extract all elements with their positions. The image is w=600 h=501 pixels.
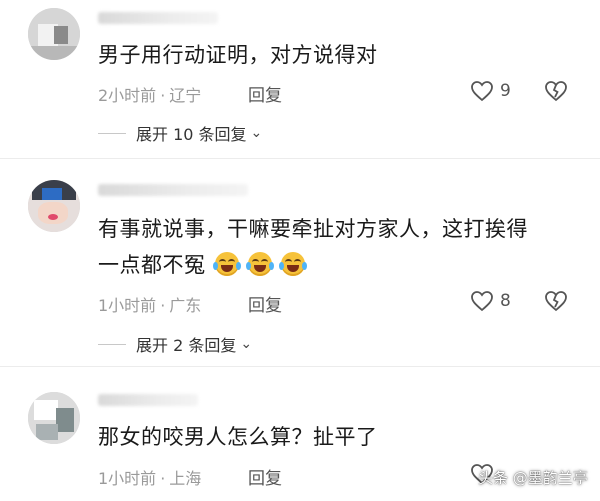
comment-time: 2小时前 [98, 86, 157, 105]
meta-separator: · [160, 296, 166, 315]
heart-icon [471, 291, 493, 312]
reply-button[interactable]: 回复 [248, 464, 282, 489]
comment-text: 有事就说事，干嘛要牵扯对方家人，这打挨得 一点都不冤 [98, 214, 568, 280]
comment-text-line: 一点都不冤 [98, 250, 568, 280]
expand-line [98, 132, 126, 134]
heart-icon [471, 81, 493, 102]
laughing-crying-emoji-icon [279, 252, 308, 276]
comment-meta: 1小时前 · 广东 [98, 292, 201, 316]
broken-heart-icon [545, 291, 567, 312]
comment-item: 男子用行动证明，对方说得对 2小时前 · 辽宁 回复 9 展开 10 条回复 ⌄ [0, 0, 600, 155]
broken-heart-icon [545, 81, 567, 102]
meta-separator: · [160, 469, 166, 488]
laughing-crying-emoji-icon [212, 252, 241, 276]
laughing-crying-emoji-icon [245, 252, 274, 276]
comment-item: 有事就说事，干嘛要牵扯对方家人，这打挨得 一点都不冤 1小时前 · 广东 回复 8 … [0, 160, 600, 360]
watermark: 头条 @墨韵兰亭 [478, 469, 588, 487]
reply-button[interactable]: 回复 [248, 81, 282, 106]
reply-button[interactable]: 回复 [248, 291, 282, 316]
username-blurred[interactable] [98, 394, 198, 406]
expand-label: 展开 10 条回复 [136, 125, 247, 144]
divider [0, 158, 600, 159]
divider [0, 366, 600, 367]
comment-meta: 2小时前 · 辽宁 [98, 82, 201, 106]
expand-label: 展开 2 条回复 [136, 336, 237, 355]
avatar[interactable] [28, 392, 80, 444]
dislike-button[interactable] [544, 80, 568, 106]
expand-line [98, 343, 126, 345]
expand-replies-button[interactable]: 展开 2 条回复 ⌄ [98, 332, 252, 356]
comment-text: 那女的咬男人怎么算？扯平了 [98, 425, 378, 449]
comment-meta: 1小时前 · 上海 [98, 465, 201, 489]
like-button[interactable]: 8 [470, 290, 511, 312]
avatar[interactable] [28, 180, 80, 232]
avatar[interactable] [28, 8, 80, 60]
username-blurred[interactable] [98, 184, 248, 196]
chevron-down-icon: ⌄ [250, 125, 263, 141]
comment-location: 上海 [169, 469, 202, 488]
meta-separator: · [160, 86, 166, 105]
comment-time: 1小时前 [98, 469, 157, 488]
expand-replies-button[interactable]: 展开 10 条回复 ⌄ [98, 121, 262, 145]
username-blurred[interactable] [98, 12, 218, 24]
dislike-button[interactable] [544, 290, 568, 316]
chevron-down-icon: ⌄ [240, 336, 253, 352]
like-button[interactable]: 9 [470, 80, 511, 102]
comment-text-line: 有事就说事，干嘛要牵扯对方家人，这打挨得 [98, 217, 528, 241]
like-count: 9 [500, 81, 511, 101]
comment-time: 1小时前 [98, 296, 157, 315]
comment-location: 辽宁 [169, 86, 202, 105]
comment-location: 广东 [169, 296, 202, 315]
like-count: 8 [500, 291, 511, 311]
comment-text: 男子用行动证明，对方说得对 [98, 43, 378, 67]
